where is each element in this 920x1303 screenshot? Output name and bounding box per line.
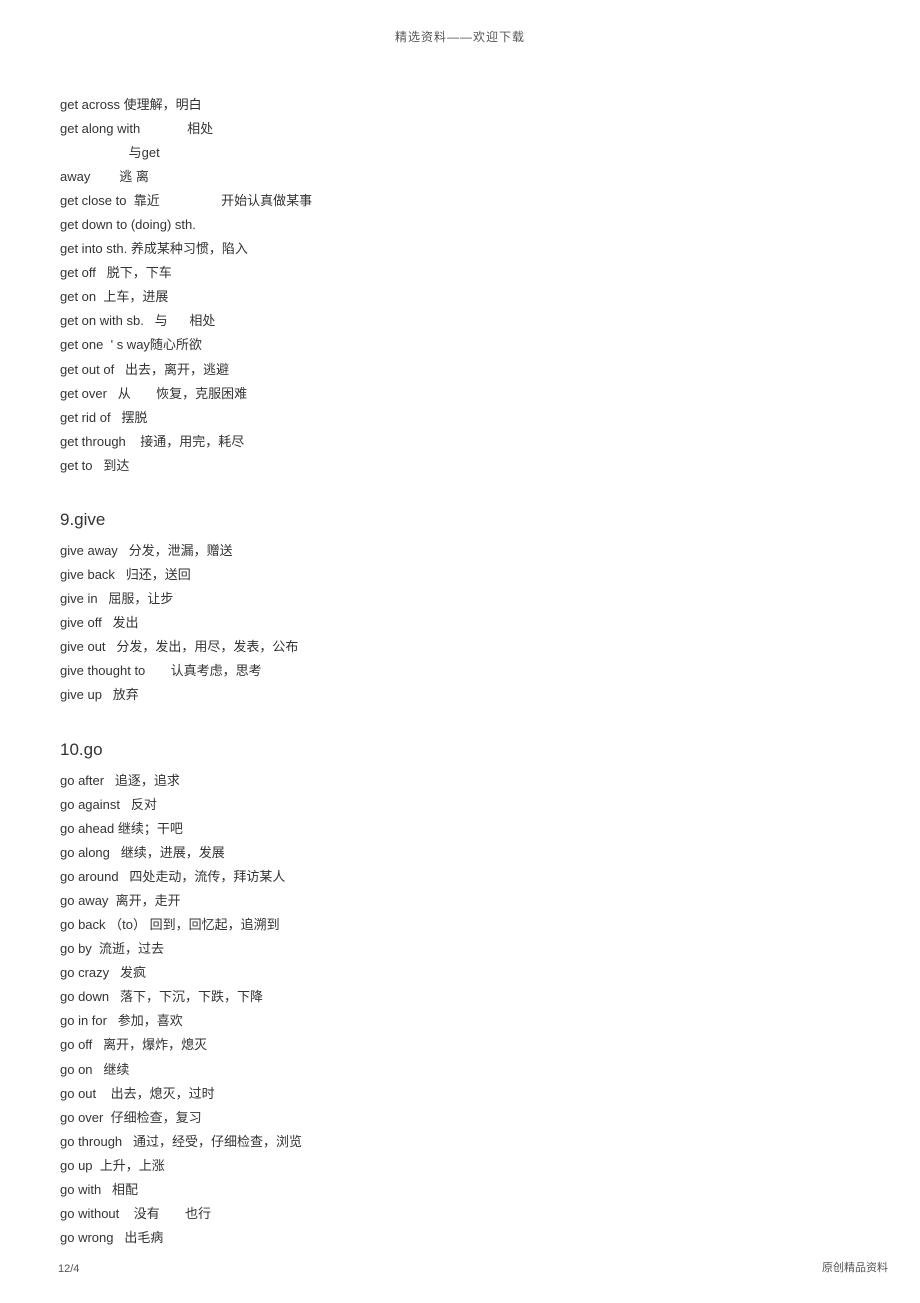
entry: get into sth. 养成某种习惯，陷入 (60, 237, 860, 261)
entry: give off 发出 (60, 611, 860, 635)
entry: give thought to 认真考虑，思考 (60, 659, 860, 683)
entry: get close to 靠近 开始认真做某事 (60, 189, 860, 213)
entry: go after 追逐，追求 (60, 769, 860, 793)
entry: go over 仔细检查，复习 (60, 1106, 860, 1130)
section-heading: 9.give (60, 504, 860, 535)
entry: go along 继续，进展，发展 (60, 841, 860, 865)
entry: go through 通过，经受，仔细检查，浏览 (60, 1130, 860, 1154)
entry: go away 离开，走开 (60, 889, 860, 913)
entry: go off 离开，爆炸，熄灭 (60, 1033, 860, 1057)
entry: go without 没有 也行 (60, 1202, 860, 1226)
entry: go crazy 发疯 (60, 961, 860, 985)
entry: get over 从 恢复，克服困难 (60, 382, 860, 406)
entry: get across 使理解，明白 (60, 93, 860, 117)
section-get: get across 使理解，明白 get along with 相处 与get… (60, 93, 860, 478)
entry: get down to (doing) sth. (60, 213, 860, 237)
entry: go up 上升，上涨 (60, 1154, 860, 1178)
entry: get on 上车，进展 (60, 285, 860, 309)
entry: get along with 相处 (60, 117, 860, 141)
page-header: 精选资料——欢迎下载 (0, 0, 920, 45)
entry: give in 屈服，让步 (60, 587, 860, 611)
entry: go on 继续 (60, 1058, 860, 1082)
entry: go out 出去，熄灭，过时 (60, 1082, 860, 1106)
entry: go against 反对 (60, 793, 860, 817)
entry: get out of 出去，离开，逃避 (60, 358, 860, 382)
section-go: 10.go go after 追逐，追求 go against 反对 go ah… (60, 734, 860, 1250)
entry: give up 放弃 (60, 683, 860, 707)
entry: give away 分发，泄漏，赠送 (60, 539, 860, 563)
entry: go with 相配 (60, 1178, 860, 1202)
entry: go back （to） 回到，回忆起，追溯到 (60, 913, 860, 937)
entry: go ahead 继续；干吧 (60, 817, 860, 841)
entry: give back 归还，送回 (60, 563, 860, 587)
section-heading: 10.go (60, 734, 860, 765)
footer-right-text: 原创精品资料 (822, 1259, 888, 1275)
entry: get to 到达 (60, 454, 860, 478)
page-number: 12/4 (58, 1263, 79, 1275)
entry: away 逃 离 (60, 165, 860, 189)
entry: get off 脱下，下车 (60, 261, 860, 285)
entry: 与get (60, 141, 860, 165)
entry: get through 接通，用完，耗尽 (60, 430, 860, 454)
entry: go in for 参加，喜欢 (60, 1009, 860, 1033)
document-content: get across 使理解，明白 get along with 相处 与get… (0, 45, 920, 1250)
entry: go by 流逝，过去 (60, 937, 860, 961)
entry: get one ' s way随心所欲 (60, 333, 860, 357)
entry: get on with sb. 与 相处 (60, 309, 860, 333)
entry: go down 落下，下沉，下跌，下降 (60, 985, 860, 1009)
entry: go around 四处走动，流传，拜访某人 (60, 865, 860, 889)
entry: go wrong 出毛病 (60, 1226, 860, 1250)
section-give: 9.give give away 分发，泄漏，赠送 give back 归还，送… (60, 504, 860, 708)
entry: give out 分发，发出，用尽，发表，公布 (60, 635, 860, 659)
entry: get rid of 摆脱 (60, 406, 860, 430)
